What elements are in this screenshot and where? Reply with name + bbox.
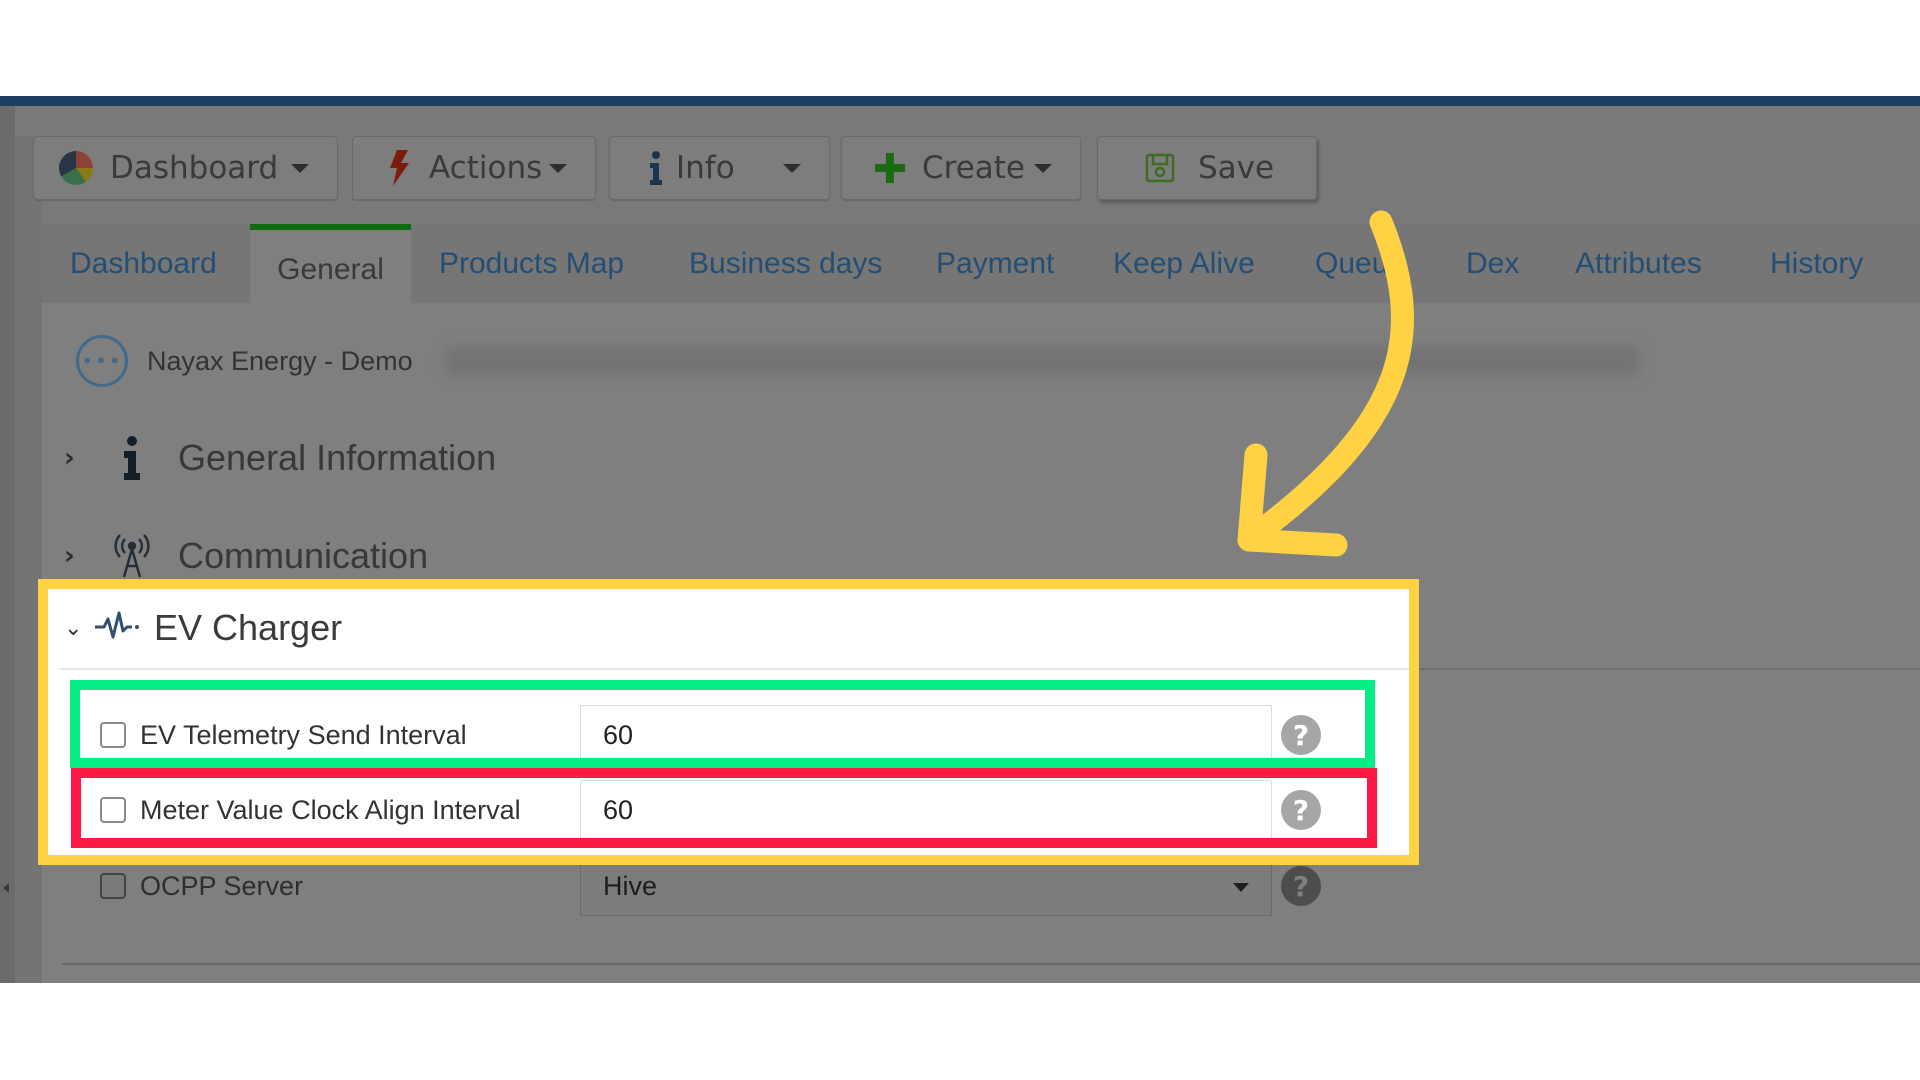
section-title: Communication <box>178 535 429 576</box>
create-menu-label: Create <box>922 150 1026 186</box>
field-label: OCPP Server <box>140 870 304 901</box>
help-icon[interactable]: ? <box>1281 866 1321 906</box>
tab-products-map[interactable]: Products Map <box>439 224 624 303</box>
info-menu-label: Info <box>676 150 735 186</box>
field-enable-checkbox[interactable] <box>100 873 126 899</box>
actions-menu-label: Actions <box>429 150 543 186</box>
info-icon <box>102 436 162 480</box>
chevron-right-icon: › <box>64 541 75 571</box>
floppy-disk-icon <box>1140 148 1180 188</box>
plus-icon <box>870 148 910 188</box>
tab-keep-alive[interactable]: Keep Alive <box>1113 224 1255 303</box>
create-menu-button[interactable]: Create <box>841 136 1081 200</box>
sidebar-collapsed <box>0 106 15 983</box>
help-icon[interactable]: ? <box>1281 790 1321 830</box>
pie-chart-icon <box>56 148 96 188</box>
ev-telemetry-send-interval-input[interactable]: 60 <box>580 705 1272 765</box>
chevron-down-icon <box>1233 883 1249 892</box>
chevron-down-icon <box>783 163 801 173</box>
actions-menu-button[interactable]: Actions <box>352 136 596 200</box>
field-ocpp-server: OCPP Server Hive ? <box>100 856 1321 916</box>
dashboard-menu-label: Dashboard <box>110 150 279 186</box>
lightning-icon <box>379 148 419 188</box>
top-margin <box>0 0 1920 96</box>
chevron-right-icon: › <box>64 443 75 473</box>
chevron-down-icon <box>1034 163 1052 173</box>
tab-bar: Dashboard General Products Map Business … <box>42 224 1920 303</box>
sidebar-toggle-icon[interactable] <box>3 883 9 893</box>
section-general-information[interactable]: › General Information <box>64 428 496 488</box>
chevron-down-icon <box>549 163 567 173</box>
field-enable-checkbox[interactable] <box>100 797 126 823</box>
section-divider <box>62 963 1920 965</box>
field-ev-telemetry-send-interval: EV Telemetry Send Interval 60 ? <box>100 705 1321 765</box>
bottom-margin <box>0 983 1920 1080</box>
dashboard-menu-button[interactable]: Dashboard <box>33 136 338 200</box>
save-button[interactable]: Save <box>1097 136 1317 200</box>
tab-history[interactable]: History <box>1770 224 1863 303</box>
ocpp-server-selected-value: Hive <box>603 870 658 901</box>
tab-dashboard[interactable]: Dashboard <box>70 224 217 303</box>
tab-business-days[interactable]: Business days <box>689 224 882 303</box>
pulse-icon <box>94 609 140 647</box>
app-header-bar <box>0 96 1920 106</box>
tab-payment[interactable]: Payment <box>936 224 1054 303</box>
tab-general[interactable]: General <box>250 224 411 303</box>
save-label: Save <box>1197 150 1275 186</box>
meter-value-clock-align-interval-input[interactable]: 60 <box>580 780 1272 840</box>
section-title: EV Charger <box>154 607 343 648</box>
device-name: Nayax Energy - Demo <box>147 345 413 376</box>
ocpp-server-select[interactable]: Hive <box>580 856 1272 916</box>
antenna-icon <box>102 534 162 578</box>
info-icon <box>646 148 666 188</box>
field-enable-checkbox[interactable] <box>100 722 126 748</box>
redacted-device-details <box>445 346 1640 376</box>
tab-dex[interactable]: Dex <box>1466 224 1519 303</box>
info-menu-button[interactable]: Info <box>609 136 830 200</box>
section-ev-charger[interactable]: ⌄ EV Charger <box>64 598 342 658</box>
tab-queue[interactable]: Queue <box>1315 224 1405 303</box>
device-header: ••• Nayax Energy - Demo <box>76 333 413 389</box>
field-label: EV Telemetry Send Interval <box>140 719 467 750</box>
section-divider <box>1409 668 1920 670</box>
chevron-down-icon: ⌄ <box>64 615 83 641</box>
tab-attributes[interactable]: Attributes <box>1575 224 1702 303</box>
field-meter-value-clock-align-interval: Meter Value Clock Align Interval 60 ? <box>100 780 1321 840</box>
more-dots-icon[interactable]: ••• <box>76 335 128 387</box>
sidebar-gutter <box>15 136 42 983</box>
section-divider <box>60 668 1409 670</box>
section-title: General Information <box>178 437 497 478</box>
section-communication[interactable]: › Communication <box>64 526 428 586</box>
help-icon[interactable]: ? <box>1281 715 1321 755</box>
field-label: Meter Value Clock Align Interval <box>140 794 521 825</box>
chevron-down-icon <box>291 163 309 173</box>
app-window: Dashboard Actions Info Create Save Dashb… <box>0 106 1920 983</box>
